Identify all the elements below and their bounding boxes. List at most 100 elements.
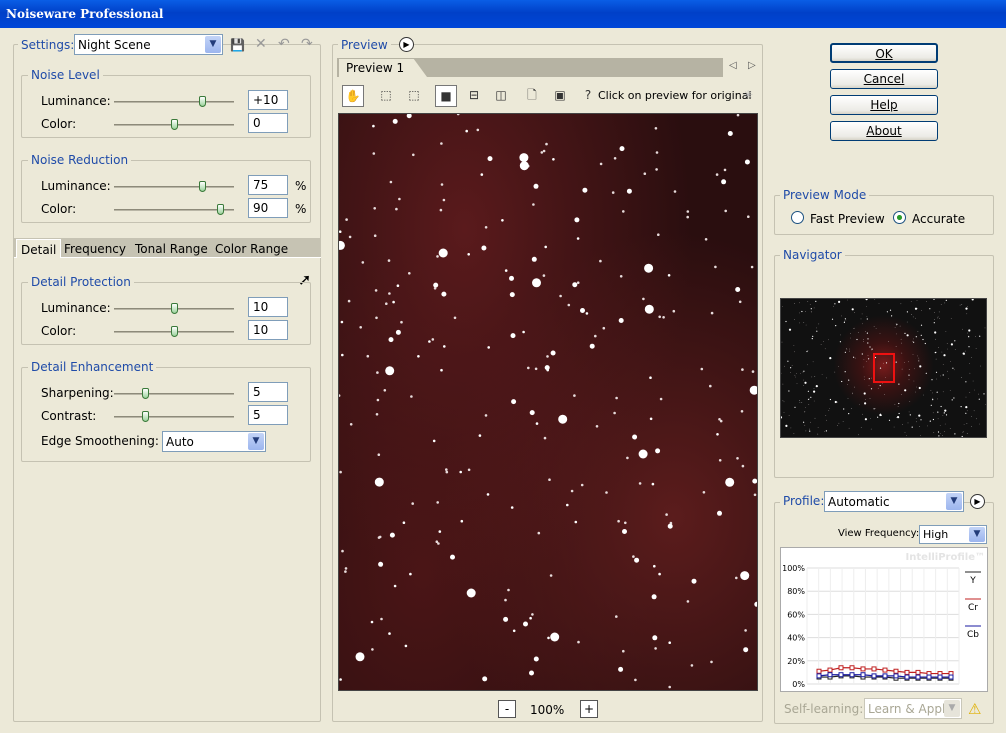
star <box>918 386 921 390</box>
noise-reduction-color-slider[interactable] <box>114 204 234 215</box>
star <box>900 338 902 340</box>
star <box>864 379 865 380</box>
redo-icon[interactable]: ↷ <box>301 36 313 52</box>
single-view-icon[interactable]: ■ <box>435 85 457 107</box>
profile-select[interactable]: Automatic ▼ <box>824 491 964 512</box>
star <box>576 237 580 240</box>
split-horizontal-icon[interactable]: ⊟ <box>463 85 485 107</box>
noise-level-luminance-slider[interactable] <box>114 96 234 107</box>
hand-tool-icon[interactable]: ✋ <box>342 85 364 107</box>
navigator-viewport-rect[interactable] <box>873 353 895 383</box>
slider-thumb[interactable] <box>142 411 149 422</box>
contrast-slider[interactable] <box>114 411 234 422</box>
slider-thumb[interactable] <box>171 326 178 337</box>
star <box>638 449 648 459</box>
profile-menu-icon[interactable]: ▶ <box>970 494 985 509</box>
contrast-input[interactable]: 5 <box>248 405 288 425</box>
zoom-level: 100% <box>530 703 565 717</box>
delete-icon[interactable]: ✕ <box>255 36 267 52</box>
fast-preview-label[interactable]: Fast Preview <box>810 212 885 226</box>
star <box>374 289 378 292</box>
star <box>808 404 810 405</box>
star <box>617 519 620 523</box>
tab-frequency[interactable]: Frequency <box>60 239 130 258</box>
cancel-button[interactable]: Cancel <box>830 69 938 89</box>
star <box>686 600 690 603</box>
star <box>668 641 671 644</box>
star <box>863 339 864 340</box>
star <box>906 435 907 436</box>
noise-level-color-input[interactable]: 0 <box>248 113 288 133</box>
star <box>916 386 917 388</box>
star <box>622 649 625 653</box>
noise-level-color-slider[interactable] <box>114 119 234 130</box>
tab-detail[interactable]: Detail <box>16 239 62 258</box>
star <box>752 478 757 484</box>
slider-thumb[interactable] <box>171 303 178 314</box>
zoom-out-button[interactable]: - <box>498 700 516 718</box>
star <box>686 215 689 219</box>
self-learning-label: Self-learning: <box>784 702 864 716</box>
star <box>835 325 837 327</box>
detail-protection-color-input[interactable]: 10 <box>248 320 288 340</box>
star <box>784 365 785 367</box>
sharpening-slider[interactable] <box>114 388 234 399</box>
split-vertical-icon[interactable]: ◫ <box>490 85 512 107</box>
star <box>459 470 462 474</box>
star <box>507 588 510 592</box>
star <box>839 341 841 343</box>
slider-thumb[interactable] <box>142 388 149 399</box>
preview-image[interactable] <box>338 113 758 691</box>
slider-thumb[interactable] <box>199 181 206 192</box>
add-region-icon[interactable]: ⬚ <box>403 85 425 107</box>
star <box>943 412 945 414</box>
noise-reduction-luminance-input[interactable]: 75 <box>248 175 288 195</box>
save-icon[interactable]: 💾 <box>230 38 245 52</box>
star <box>486 493 490 496</box>
accurate-label[interactable]: Accurate <box>912 212 965 226</box>
fit-view-icon[interactable]: ▣ <box>549 85 571 107</box>
star <box>438 530 442 533</box>
noise-reduction-luminance-slider[interactable] <box>114 181 234 192</box>
new-preview-icon[interactable]: 🗋 <box>521 85 543 107</box>
star <box>873 438 874 439</box>
slider-thumb[interactable] <box>171 119 178 130</box>
star <box>374 477 384 487</box>
star <box>366 354 370 358</box>
slider-thumb[interactable] <box>217 204 224 215</box>
edge-smoothening-select[interactable]: Auto ▼ <box>162 431 266 452</box>
star <box>753 493 757 497</box>
undo-icon[interactable]: ↶ <box>278 36 290 52</box>
detail-protection-color-slider[interactable] <box>114 326 234 337</box>
navigator-thumbnail[interactable] <box>780 298 987 438</box>
star <box>869 398 871 399</box>
help-button[interactable]: Help <box>830 95 938 115</box>
star <box>971 416 972 417</box>
view-frequency-select[interactable]: High ▼ <box>919 525 987 544</box>
tab-next-icon[interactable]: ▷ <box>748 60 756 71</box>
preview-menu-icon[interactable]: ▶ <box>399 37 414 52</box>
sharpening-label: Sharpening: <box>41 386 114 400</box>
accurate-radio[interactable] <box>893 211 906 224</box>
noise-level-luminance-input[interactable]: +10 <box>248 90 288 110</box>
tab-tonal-range[interactable]: Tonal Range <box>131 239 212 258</box>
star <box>854 386 855 388</box>
star <box>865 331 866 332</box>
settings-preset-value: Night Scene <box>78 38 151 52</box>
about-button[interactable]: About <box>830 121 938 141</box>
slider-thumb[interactable] <box>199 96 206 107</box>
tab-color-range[interactable]: Color Range <box>211 239 292 258</box>
noise-reduction-color-input[interactable]: 90 <box>248 198 288 218</box>
star <box>395 329 401 335</box>
select-region-icon[interactable]: ⬚ <box>375 85 397 107</box>
sharpening-input[interactable]: 5 <box>248 382 288 402</box>
detail-protection-luminance-input[interactable]: 10 <box>248 297 288 317</box>
settings-preset-select[interactable]: Night Scene ▼ <box>74 34 223 55</box>
tab-prev-icon[interactable]: ◁ <box>729 60 737 71</box>
zoom-in-button[interactable]: + <box>580 700 598 718</box>
detail-protection-luminance-slider[interactable] <box>114 303 234 314</box>
fast-preview-radio[interactable] <box>791 211 804 224</box>
preview-tab[interactable]: Preview 1 <box>339 59 427 77</box>
self-learning-select[interactable]: Learn & Apply ▼ <box>864 698 962 719</box>
ok-button[interactable]: OK <box>830 43 938 63</box>
